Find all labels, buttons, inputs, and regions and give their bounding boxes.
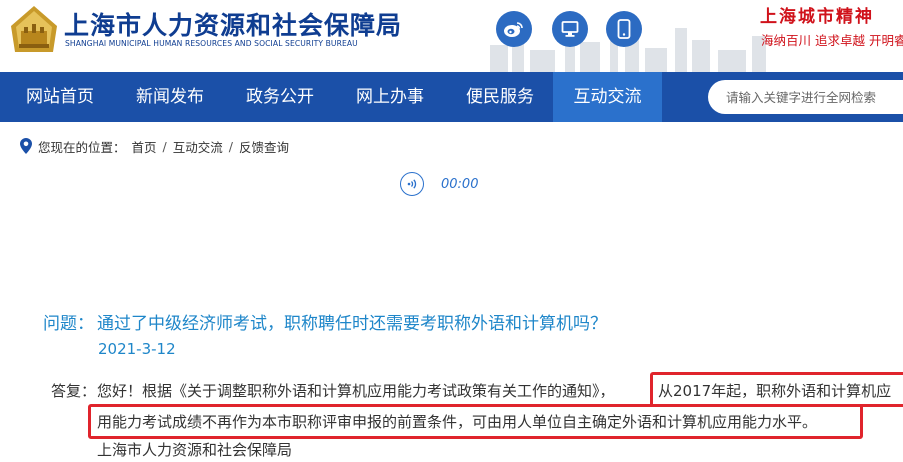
breadcrumb-feedback-query[interactable]: 反馈查询: [239, 137, 289, 156]
nav-interaction[interactable]: 互动交流: [553, 72, 662, 122]
speaker-icon: [407, 179, 417, 189]
city-spirit-slogan: 海纳百川 追求卓越 开明睿智: [761, 33, 903, 48]
question-text: 通过了中级经济师考试，职称聘任时还需要考职称外语和计算机吗？: [97, 314, 607, 334]
computer-icon: [561, 21, 579, 37]
city-spirit-title: 上海城市精神: [760, 7, 874, 27]
breadcrumb-interaction[interactable]: 互动交流: [173, 137, 223, 156]
audio-player: 00:00: [400, 172, 478, 196]
nav-online-services[interactable]: 网上办事: [338, 72, 442, 122]
nav-public-services[interactable]: 便民服务: [448, 72, 552, 122]
answer-signature: 上海市人力资源和社会保障局: [97, 441, 293, 459]
highlight-box: [88, 404, 863, 439]
nav-government-affairs[interactable]: 政务公开: [228, 72, 332, 122]
breadcrumb-home[interactable]: 首页: [132, 137, 157, 156]
highlight-box: [650, 372, 903, 407]
breadcrumb: 您现在的位置： 首页 / 互动交流 / 反馈查询: [20, 136, 289, 156]
breadcrumb-label: 您现在的位置：: [38, 139, 126, 155]
question-label: 问题：: [43, 314, 94, 334]
breadcrumb-separator: /: [162, 138, 167, 154]
bureau-emblem-logo: [11, 6, 57, 52]
computer-button[interactable]: [552, 11, 588, 47]
nav-home[interactable]: 网站首页: [8, 72, 112, 122]
location-pin-icon: [20, 138, 32, 154]
question-date: 2021-3-12: [98, 340, 176, 358]
audio-time: 00:00: [441, 176, 479, 192]
breadcrumb-separator: /: [228, 138, 233, 154]
site-title: 上海市人力资源和社会保障局: [64, 11, 403, 40]
weibo-icon: [504, 22, 523, 37]
weibo-button[interactable]: [496, 11, 532, 47]
audio-play-button[interactable]: [400, 172, 424, 196]
answer-label: 答复：: [51, 382, 97, 400]
site-subtitle: SHANGHAI MUNICIPAL HUMAN RESOURCES AND S…: [65, 39, 358, 48]
answer-line-1: 您好！根据《关于调整职称外语和计算机应用能力考试政策有关工作的通知》，: [97, 382, 615, 400]
site-header: 上海市人力资源和社会保障局 SHANGHAI MUNICIPAL HUMAN R…: [0, 0, 903, 72]
mobile-button[interactable]: [606, 11, 642, 47]
search-input[interactable]: [726, 80, 903, 114]
mobile-icon: [617, 19, 631, 39]
search-box: [708, 80, 903, 114]
nav-news[interactable]: 新闻发布: [118, 72, 222, 122]
